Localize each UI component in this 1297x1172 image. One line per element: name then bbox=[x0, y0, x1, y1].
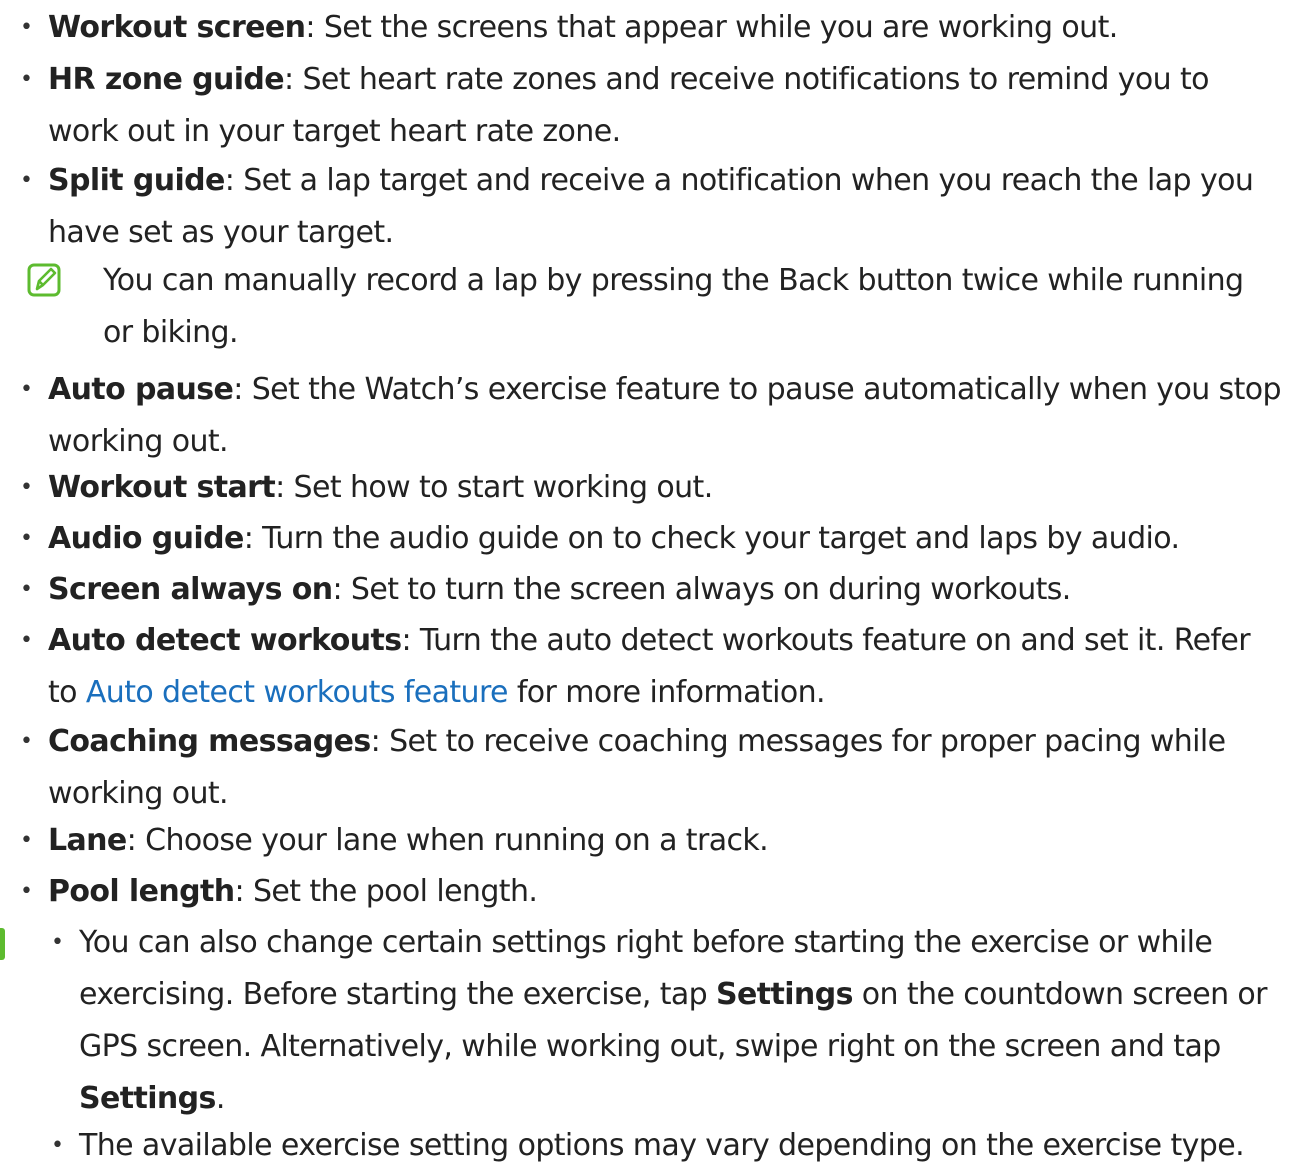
list-item-workout-start: • Workout start: Set how to start workin… bbox=[20, 470, 713, 505]
list-item-auto-pause: • Auto pause: Set the Watch’s exercise f… bbox=[20, 372, 1282, 459]
term-workout-start: Workout start bbox=[48, 470, 276, 505]
term-split-guide: Split guide bbox=[48, 163, 225, 198]
list-item-pool-length: • Pool length: Set the pool length. bbox=[20, 874, 538, 909]
list-item-coaching-messages: • Coaching messages: Set to receive coac… bbox=[20, 724, 1226, 811]
term-screen-always-on: Screen always on bbox=[48, 572, 333, 607]
term-workout-screen: Workout screen bbox=[48, 10, 306, 45]
list-item-audio-guide: • Audio guide: Turn the audio guide on t… bbox=[20, 521, 1180, 556]
list-item-workout-screen: • Workout screen: Set the screens that a… bbox=[20, 10, 1118, 45]
list-item-auto-detect-workouts: • Auto detect workouts: Turn the auto de… bbox=[20, 623, 1251, 710]
term-coaching-messages: Coaching messages bbox=[48, 724, 371, 759]
list-item-split-guide: • Split guide: Set a lap target and rece… bbox=[20, 163, 1254, 250]
note-manual-lap: You can manually record a lap by pressin… bbox=[103, 263, 1244, 350]
term-pool-length: Pool length bbox=[48, 874, 235, 909]
term-hr-zone-guide: HR zone guide bbox=[48, 62, 285, 97]
list-item-hr-zone-guide: • HR zone guide: Set heart rate zones an… bbox=[20, 62, 1209, 149]
list-item-lane: • Lane: Choose your lane when running on… bbox=[20, 823, 769, 858]
note-icon bbox=[27, 263, 61, 297]
term-lane: Lane bbox=[48, 823, 127, 858]
term-audio-guide: Audio guide bbox=[48, 521, 244, 556]
auto-detect-workouts-link[interactable]: Auto detect workouts feature bbox=[86, 675, 509, 710]
tip-item-change-settings: • You can also change certain settings r… bbox=[51, 925, 1268, 1116]
list-item-screen-always-on: • Screen always on: Set to turn the scre… bbox=[20, 572, 1071, 607]
document-page: • Workout screen: Set the screens that a… bbox=[0, 0, 1297, 1167]
term-auto-pause: Auto pause bbox=[48, 372, 234, 407]
term-auto-detect-workouts: Auto detect workouts bbox=[48, 623, 402, 658]
warning-icon bbox=[0, 928, 5, 960]
tip-item-options-vary: • The available exercise setting options… bbox=[51, 1128, 1245, 1163]
